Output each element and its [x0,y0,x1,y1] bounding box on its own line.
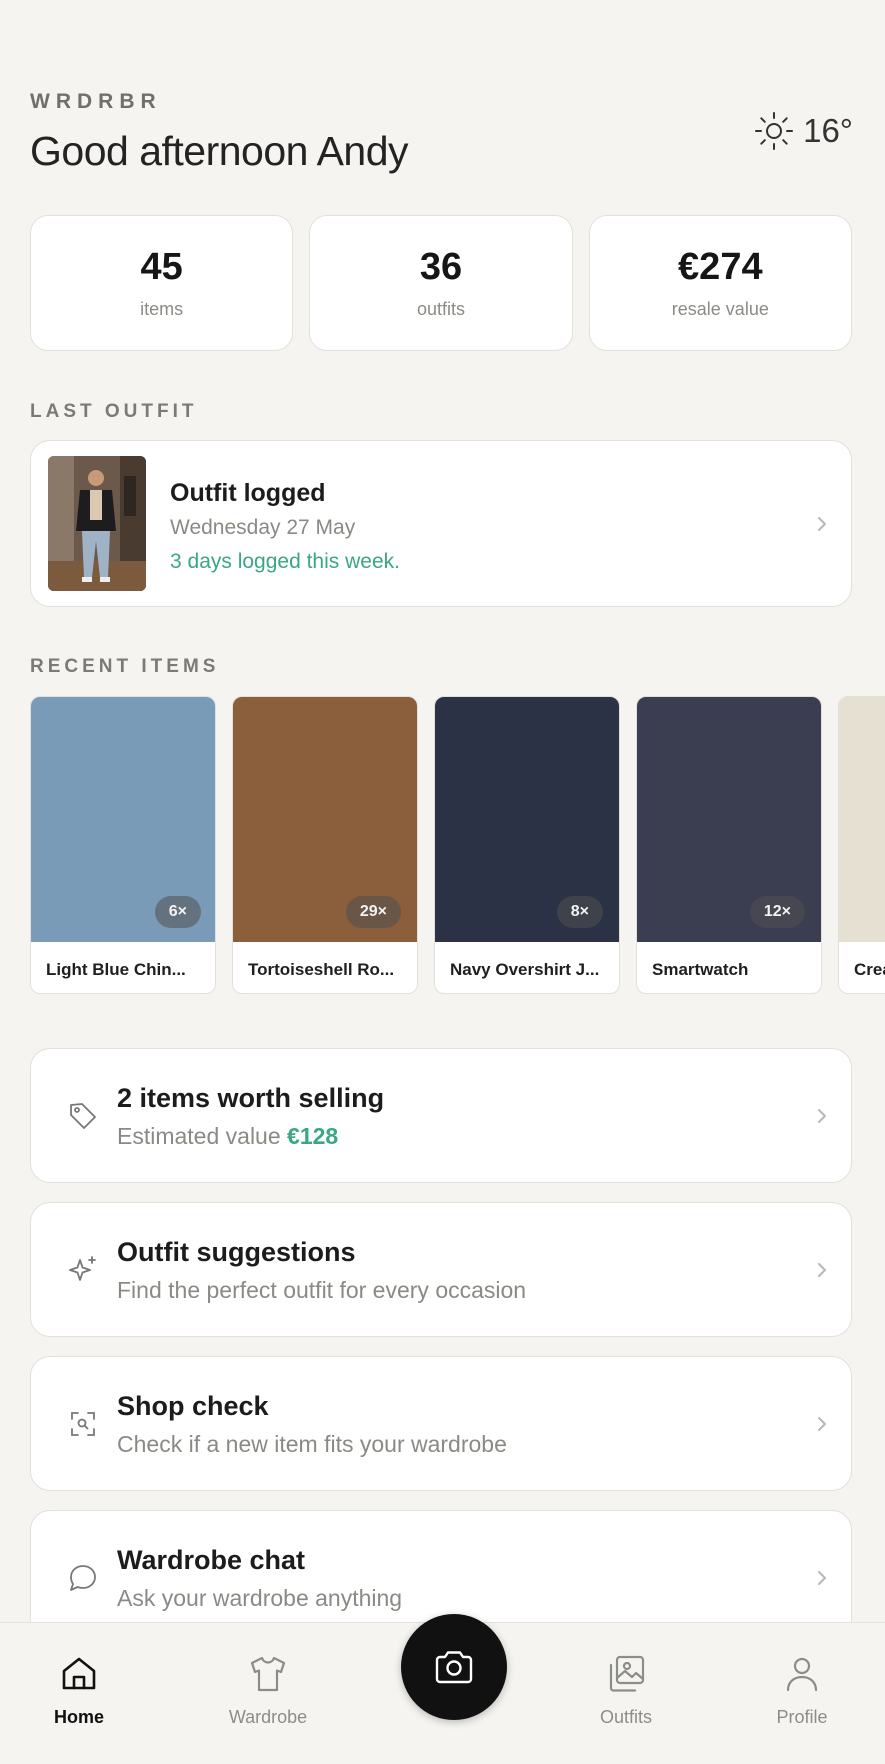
last-outfit-card[interactable]: Outfit logged Wednesday 27 May 3 days lo… [30,440,852,607]
stat-label: resale value [671,299,769,319]
chevron-right-icon [818,516,826,531]
images-icon [609,1655,645,1692]
sun-icon [755,112,794,150]
item-name: Navy Overshirt J... [450,960,600,979]
nav-wardrobe[interactable]: Wardrobe [208,1653,328,1728]
weather-widget[interactable]: 16° [753,110,853,152]
stat-label: outfits [416,299,465,319]
home-icon [62,1657,96,1690]
recent-item-card[interactable]: 12× Smartwatch [636,696,822,994]
sparkle-icon [69,1255,96,1281]
chevron-right-icon [818,1570,826,1585]
recent-item-card[interactable]: 6× Light Blue Chin... [30,696,216,994]
tag-icon [70,1102,96,1129]
recent-item-card[interactable]: Crea [838,696,885,994]
greeting-title: Good afternoon Andy [30,128,409,174]
card-subtitle-text: Estimated value [117,1123,288,1149]
recent-item-card[interactable]: 8× Navy Overshirt J... [434,696,620,994]
last-outfit-date: Wednesday 27 May [170,516,356,539]
stat-label: items [140,299,184,319]
nav-label: Wardrobe [228,1707,308,1727]
last-outfit-title: Outfit logged [170,479,326,507]
section-label-last-outfit: LAST OUTFIT [30,401,198,422]
recent-items-carousel[interactable]: 6× Light Blue Chin... 29× Tortoiseshell … [30,696,885,996]
estimated-value: €128 [287,1123,339,1149]
brand-logo: WRDRBR [30,90,162,113]
outfit-photo [48,456,146,591]
stat-outfits[interactable]: 36 outfits [309,215,573,351]
last-outfit-streak: 3 days logged this week. [170,550,400,573]
shirt-icon [250,1656,286,1692]
card-subtitle: Check if a new item fits your wardrobe [117,1431,507,1457]
nav-outfits[interactable]: Outfits [566,1653,686,1728]
stat-value: 45 [140,246,183,288]
wear-count-badge: 6× [154,896,201,928]
user-icon [786,1657,818,1692]
card-subtitle: Find the perfect outfit for every occasi… [117,1277,527,1303]
camera-button[interactable] [401,1614,507,1720]
stat-value: €274 [678,246,763,288]
stat-items[interactable]: 45 items [30,215,294,351]
temperature-label: 16° [803,112,853,149]
scan-icon [71,1411,95,1436]
nav-label: Home [53,1707,104,1727]
camera-icon [435,1651,473,1684]
item-name: Smartwatch [652,960,749,979]
item-image [839,697,885,942]
item-name: Light Blue Chin... [46,960,186,979]
card-title: Shop check [117,1391,269,1421]
chevron-right-icon [818,1108,826,1123]
recent-item-card[interactable]: 29× Tortoiseshell Ro... [232,696,418,994]
item-name: Crea [854,960,885,979]
section-label-recent-items: RECENT ITEMS [30,656,220,677]
stats-row: 45 items 36 outfits €274 resale value [30,215,852,351]
item-name: Tortoiseshell Ro... [248,960,395,979]
outfit-suggestions-card[interactable]: Outfit suggestions Find the perfect outf… [30,1202,852,1337]
home-screen: WRDRBR Good afternoon Andy 16° 45 items … [0,0,885,1764]
card-title: Outfit suggestions [117,1237,356,1267]
shop-check-card[interactable]: Shop check Check if a new item fits your… [30,1356,852,1491]
card-title: 2 items worth selling [117,1083,385,1113]
stat-value: 36 [419,246,463,288]
chevron-right-icon [818,1416,826,1431]
wear-count-badge: 12× [749,896,805,928]
nav-label: Profile [776,1707,828,1727]
stat-resale-value[interactable]: €274 resale value [588,215,852,351]
wear-count-badge: 29× [345,896,401,928]
chevron-right-icon [818,1262,826,1277]
wear-count-badge: 8× [556,896,603,928]
chat-icon [70,1564,96,1591]
card-subtitle: Ask your wardrobe anything [117,1585,403,1611]
nav-home[interactable]: Home [19,1653,139,1728]
nav-profile[interactable]: Profile [742,1653,862,1728]
nav-label: Outfits [599,1707,652,1727]
items-worth-selling-card[interactable]: 2 items worth selling Estimated value €1… [30,1048,852,1183]
card-title: Wardrobe chat [117,1545,306,1575]
card-subtitle: Estimated value €128 [117,1123,338,1150]
